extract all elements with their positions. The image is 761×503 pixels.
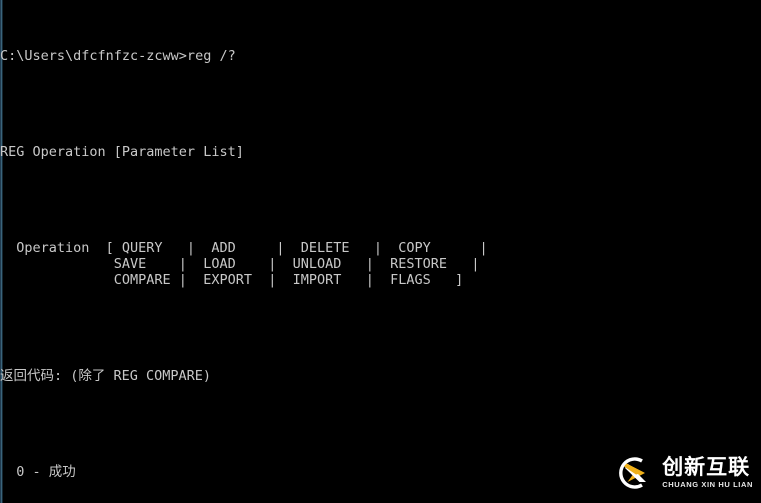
return-code-success: 0 - 成功 bbox=[0, 464, 76, 480]
console-window[interactable]: C:\Users\dfcfnfzc-zcww>reg /? REG Operat… bbox=[0, 0, 761, 503]
console-output: C:\Users\dfcfnfzc-zcww>reg /? REG Operat… bbox=[0, 0, 761, 503]
operations-table: Operation [ QUERY | ADD | DELETE | COPY … bbox=[16, 240, 488, 288]
usage-line: REG Operation [Parameter List] bbox=[0, 144, 244, 160]
prompt-line: C:\Users\dfcfnfzc-zcww>reg /? bbox=[0, 48, 236, 64]
return-code-header: 返回代码: (除了 REG COMPARE) bbox=[0, 368, 212, 384]
